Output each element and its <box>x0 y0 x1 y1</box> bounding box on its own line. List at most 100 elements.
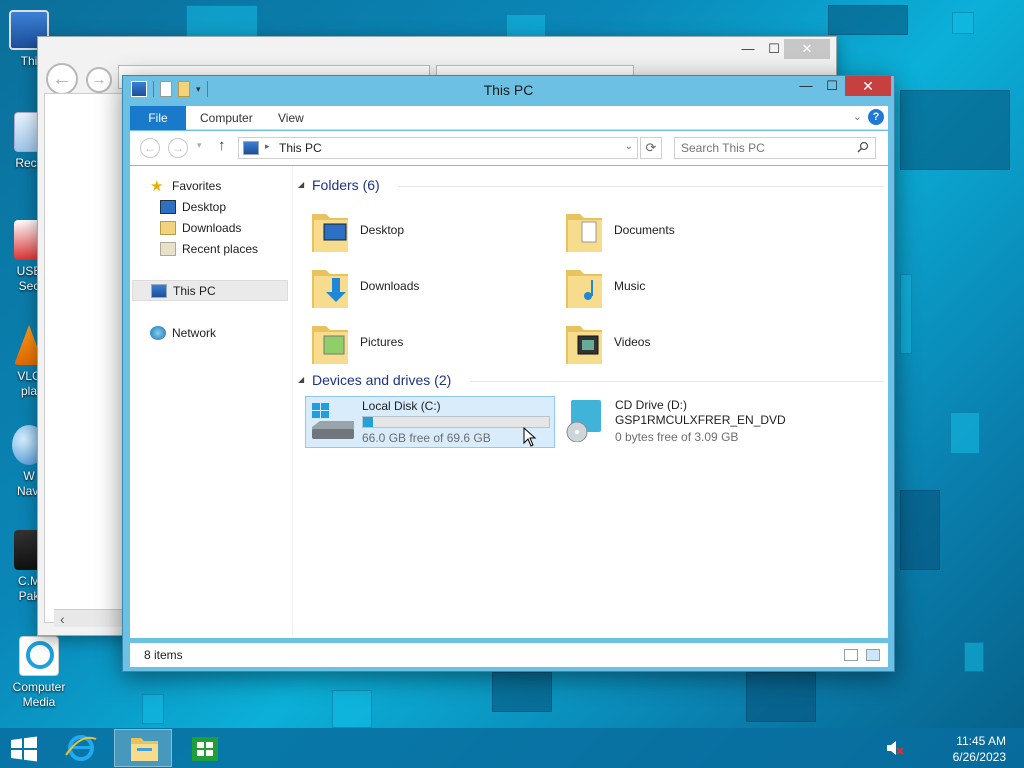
group-header-folders[interactable]: ◢ Folders (6) <box>298 176 884 196</box>
large-icons-view-icon[interactable] <box>866 649 880 661</box>
wallpaper-tile <box>506 14 546 38</box>
nav-item-favorites[interactable]: ★ Favorites <box>150 176 280 197</box>
tab-file[interactable]: File <box>130 106 186 130</box>
recent-locations-chevron-icon[interactable]: ▾ <box>197 140 202 151</box>
explorer-window[interactable]: ▾ This PC — ☐ ✕ File Computer View ⌄ ? ←… <box>122 75 895 672</box>
browser-close-button[interactable]: ✕ <box>784 39 830 59</box>
cd-drive-icon <box>566 400 601 442</box>
search-input[interactable] <box>681 141 851 155</box>
network-icon <box>150 326 166 340</box>
wallpaper-tile <box>900 90 1010 170</box>
volume-muted-icon[interactable] <box>886 740 904 756</box>
wallpaper-tile <box>332 690 372 728</box>
wallpaper-tile <box>746 672 816 722</box>
internet-explorer-icon <box>65 735 97 761</box>
breadcrumb[interactable]: This PC <box>279 141 322 155</box>
search-icon[interactable] <box>857 141 869 153</box>
drive-cd-d[interactable]: CD Drive (D:) GSP1RMCULXFRER_EN_DVD 0 by… <box>559 396 809 448</box>
nav-item-this-pc[interactable]: This PC <box>132 280 288 301</box>
back-button[interactable]: ← <box>140 138 160 158</box>
videos-folder-icon <box>566 326 602 364</box>
mouse-cursor-icon <box>523 427 537 447</box>
explorer-body: ★ Favorites Desktop Downloads Recent pla… <box>130 166 888 638</box>
maximize-button[interactable]: ☐ <box>819 76 845 96</box>
wallpaper-tile <box>950 412 980 454</box>
wallpaper-tile <box>142 694 164 724</box>
details-view-icon[interactable] <box>844 649 858 661</box>
desktop-icon <box>160 200 176 214</box>
folder-documents[interactable]: Documents <box>558 206 808 258</box>
refresh-button[interactable]: ⟳ <box>640 137 662 159</box>
minimize-button[interactable]: — <box>793 76 819 96</box>
ribbon-tabs: File Computer View ⌄ ? <box>130 106 888 130</box>
disk-usage-fill <box>363 417 373 427</box>
wallpaper-tile <box>900 490 940 570</box>
star-icon: ★ <box>150 178 164 195</box>
status-bar: 8 items <box>130 643 888 667</box>
collapse-triangle-icon[interactable]: ◢ <box>298 180 304 189</box>
collapse-triangle-icon[interactable]: ◢ <box>298 375 304 384</box>
hard-drive-icon <box>312 403 354 439</box>
group-header-devices[interactable]: ◢ Devices and drives (2) <box>298 371 884 391</box>
store-icon <box>192 737 218 761</box>
file-explorer-icon <box>131 738 158 761</box>
pictures-folder-icon <box>312 326 348 364</box>
browser-back-button[interactable]: ← <box>46 63 78 95</box>
recent-places-icon <box>160 242 176 256</box>
expand-ribbon-chevron-icon[interactable]: ⌄ <box>853 110 862 123</box>
taskbar: 11:45 AM 6/26/2023 <box>0 728 1024 768</box>
nav-item-recent-places[interactable]: Recent places <box>160 239 280 260</box>
nav-item-network[interactable]: Network <box>150 323 280 344</box>
tab-computer[interactable]: Computer <box>188 106 265 130</box>
drive-local-disk-c[interactable]: Local Disk (C:) 66.0 GB free of 69.6 GB <box>305 396 555 448</box>
taskbar-store[interactable] <box>176 729 234 767</box>
wallpaper-tile <box>492 672 552 712</box>
browser-minimize-button[interactable]: — <box>734 39 762 59</box>
folder-videos[interactable]: Videos <box>558 318 808 370</box>
wallpaper-tile <box>828 5 908 35</box>
wallpaper-tile <box>900 274 912 354</box>
wallpaper-tile <box>964 642 984 672</box>
group-divider <box>470 381 884 382</box>
pane-splitter[interactable] <box>292 166 293 638</box>
wallpaper-tile <box>952 12 974 34</box>
address-dropdown-icon[interactable]: ⌄ <box>625 141 633 152</box>
this-pc-icon <box>151 284 167 298</box>
system-clock[interactable]: 11:45 AM 6/26/2023 <box>953 733 1006 765</box>
folder-music[interactable]: Music <box>558 262 808 314</box>
folder-desktop[interactable]: Desktop <box>304 206 554 258</box>
content-pane: ◢ Folders (6) Desktop Documents Download… <box>296 166 888 638</box>
folder-pictures[interactable]: Pictures <box>304 318 554 370</box>
downloads-icon <box>160 221 176 235</box>
taskbar-file-explorer[interactable] <box>114 729 172 767</box>
group-divider <box>398 186 884 187</box>
explorer-title-bar[interactable]: ▾ This PC — ☐ ✕ <box>123 76 894 104</box>
start-windows-icon[interactable] <box>10 736 38 762</box>
clock-date: 6/26/2023 <box>952 750 1006 764</box>
address-bar[interactable]: ▸ This PC ⌄ <box>238 137 638 159</box>
up-button[interactable]: ↑ <box>218 137 226 154</box>
breadcrumb-chevron-icon[interactable]: ▸ <box>265 141 270 152</box>
disk-usage-bar <box>362 416 550 428</box>
browser-scroll-left-button[interactable]: ‹ <box>54 609 124 627</box>
desktop-folder-icon <box>312 214 348 252</box>
clock-time: 11:45 AM <box>956 734 1006 748</box>
help-icon[interactable]: ? <box>868 109 884 125</box>
downloads-folder-icon <box>312 270 348 308</box>
item-count: 8 items <box>144 648 183 662</box>
nav-item-desktop[interactable]: Desktop <box>160 197 280 218</box>
navigation-bar: ← → ▾ ↑ ▸ This PC ⌄ ⟳ <box>130 131 888 165</box>
close-button[interactable]: ✕ <box>845 76 891 96</box>
taskbar-internet-explorer[interactable] <box>52 729 110 767</box>
forward-button[interactable]: → <box>168 138 188 158</box>
folder-downloads[interactable]: Downloads <box>304 262 554 314</box>
window-title: This PC <box>483 82 534 98</box>
tab-view[interactable]: View <box>266 106 316 130</box>
desktop-icon-computer-media[interactable]: Computer Media <box>2 636 76 710</box>
browser-forward-button[interactable]: → <box>86 67 112 93</box>
documents-folder-icon <box>566 214 602 252</box>
music-folder-icon <box>566 270 602 308</box>
navigation-pane: ★ Favorites Desktop Downloads Recent pla… <box>130 166 292 638</box>
search-box[interactable] <box>674 137 876 159</box>
nav-item-downloads[interactable]: Downloads <box>160 218 280 239</box>
